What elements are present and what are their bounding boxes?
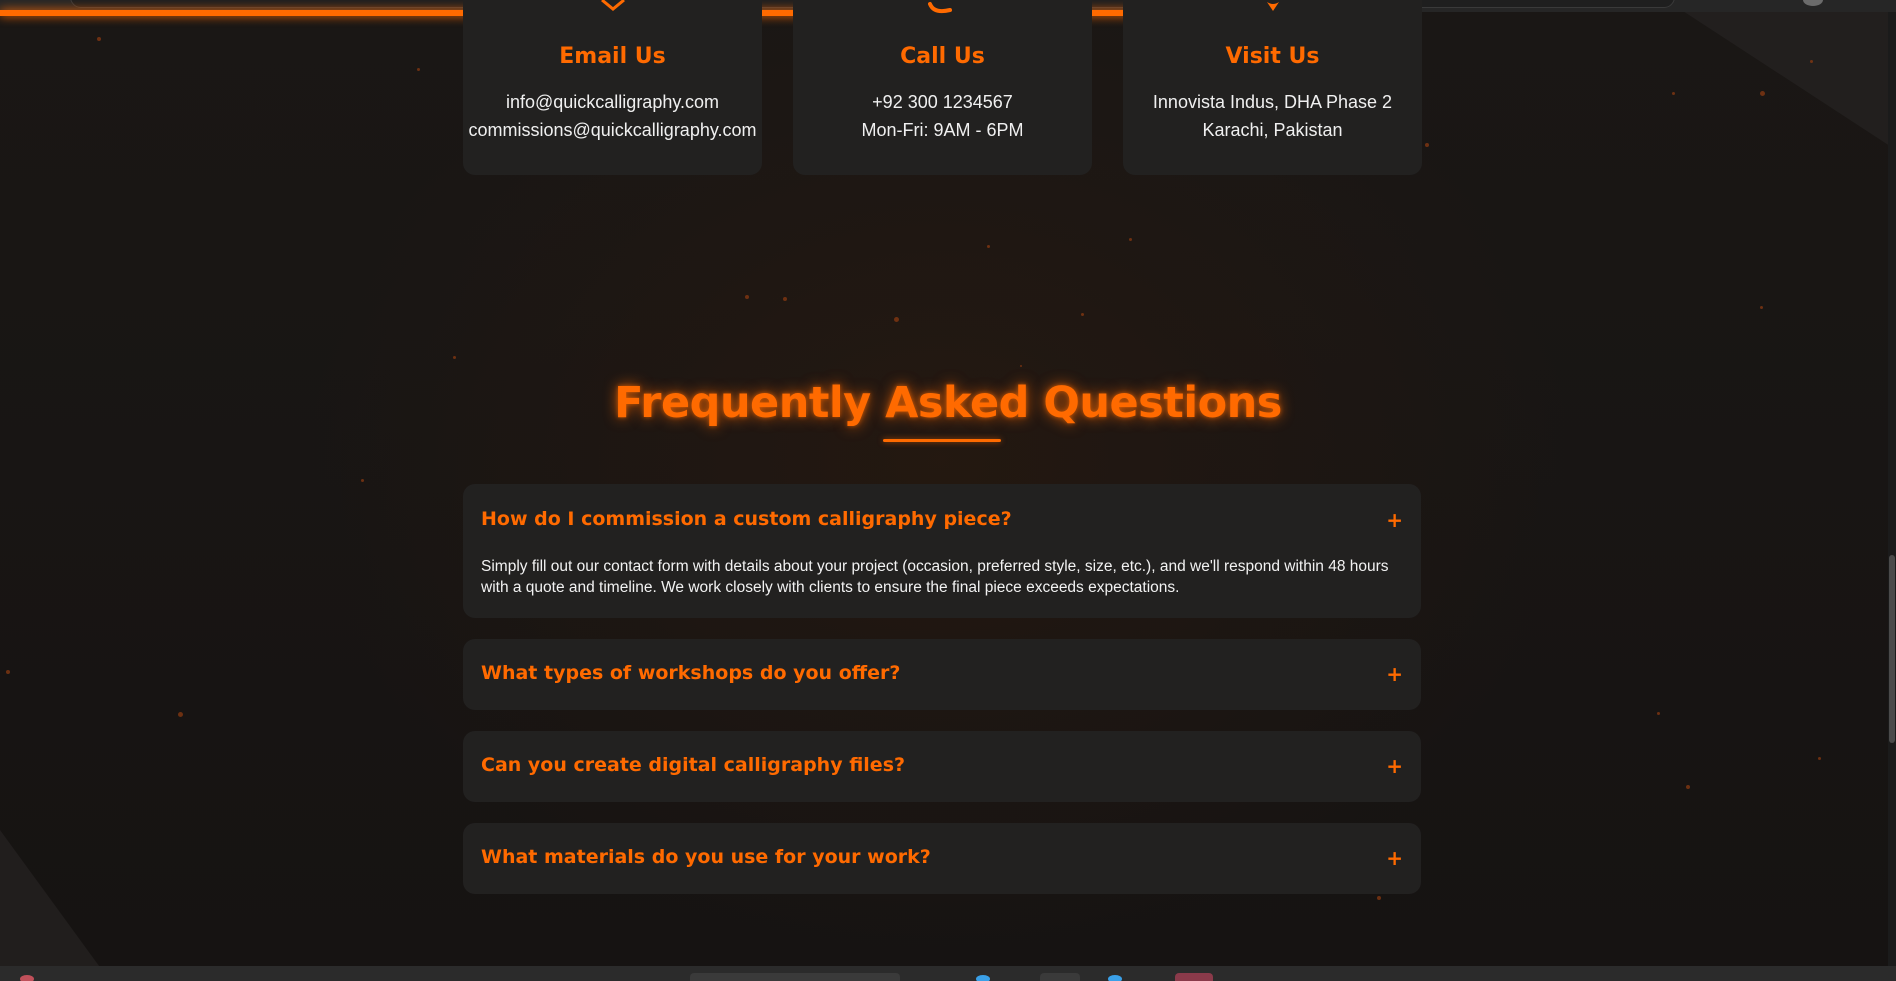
profile-avatar-icon[interactable] <box>1803 0 1823 6</box>
map-pin-icon <box>1267 2 1279 11</box>
card-title: Visit Us <box>1225 44 1320 69</box>
contact-card-visit: Visit Us Innovista Indus, DHA Phase 2 Ka… <box>1123 0 1422 175</box>
contact-card-call: Call Us +92 300 1234567 Mon-Fri: 9AM - 6… <box>793 0 1092 175</box>
ember-particle <box>178 712 183 717</box>
email-link[interactable]: commissions@quickcalligraphy.com <box>463 120 762 141</box>
expand-toggle-icon[interactable]: + <box>1386 508 1403 532</box>
expand-toggle-icon[interactable]: + <box>1386 662 1403 686</box>
ember-particle <box>453 356 456 359</box>
taskbar <box>0 966 1896 981</box>
faq-question[interactable]: What types of workshops do you offer? <box>481 662 900 684</box>
business-hours: Mon-Fri: 9AM - 6PM <box>861 120 1024 140</box>
ember-particle <box>1657 712 1660 715</box>
phone-icon <box>928 2 952 14</box>
ember-particle <box>1672 92 1675 95</box>
email-link[interactable]: info@quickcalligraphy.com <box>463 92 762 113</box>
ember-particle <box>1818 757 1821 760</box>
ember-particle <box>1760 306 1763 309</box>
ember-particle <box>1425 143 1429 147</box>
ember-particle <box>1377 896 1381 900</box>
ember-particle <box>417 68 420 71</box>
faq-question[interactable]: What materials do you use for your work? <box>481 846 931 868</box>
background-shard <box>1666 0 1896 150</box>
ember-particle <box>361 479 364 482</box>
address-line: Karachi, Pakistan <box>1202 120 1343 140</box>
ember-particle <box>987 245 990 248</box>
faq-question[interactable]: How do I commission a custom calligraphy… <box>481 508 1012 530</box>
faq-item[interactable]: What types of workshops do you offer? + <box>463 639 1421 710</box>
address-line: Innovista Indus, DHA Phase 2 <box>1152 92 1393 112</box>
background-shard <box>0 830 110 981</box>
taskbar-app-icon[interactable] <box>1175 973 1213 981</box>
ember-particle <box>1129 238 1132 241</box>
ember-particle <box>97 37 101 41</box>
scrollbar-thumb[interactable] <box>1889 555 1895 743</box>
faq-heading: Frequently Asked Questions <box>614 378 1282 428</box>
card-title: Email Us <box>559 44 666 69</box>
ember-particle <box>1810 60 1813 63</box>
faq-item[interactable]: What materials do you use for your work?… <box>463 823 1421 894</box>
phone-link[interactable]: +92 300 1234567 <box>793 92 1092 113</box>
taskbar-app-icon[interactable] <box>1108 975 1122 981</box>
ember-particle <box>6 670 10 674</box>
faq-question[interactable]: Can you create digital calligraphy files… <box>481 754 905 776</box>
ember-particle <box>783 297 787 301</box>
faq-answer: Simply fill out our contact form with de… <box>481 558 1389 596</box>
contact-card-email: Email Us info@quickcalligraphy.com commi… <box>463 0 762 175</box>
ember-particle <box>1020 365 1022 367</box>
ember-particle <box>894 317 899 322</box>
expand-toggle-icon[interactable]: + <box>1386 754 1403 778</box>
ember-particle <box>1760 91 1765 96</box>
ember-particle <box>1686 785 1690 789</box>
taskbar-app-icon[interactable] <box>1040 973 1080 981</box>
heading-underline <box>883 439 1001 442</box>
expand-toggle-icon[interactable]: + <box>1386 846 1403 870</box>
taskbar-search[interactable] <box>690 973 900 981</box>
card-title: Call Us <box>900 44 985 69</box>
ember-particle <box>745 295 749 299</box>
taskbar-app-icon[interactable] <box>20 975 34 981</box>
ember-particle <box>1081 313 1084 316</box>
envelope-icon <box>601 0 625 11</box>
faq-item-expanded[interactable]: How do I commission a custom calligraphy… <box>463 484 1421 618</box>
page-scrollbar[interactable] <box>1888 12 1896 967</box>
faq-item[interactable]: Can you create digital calligraphy files… <box>463 731 1421 802</box>
taskbar-app-icon[interactable] <box>976 975 990 981</box>
